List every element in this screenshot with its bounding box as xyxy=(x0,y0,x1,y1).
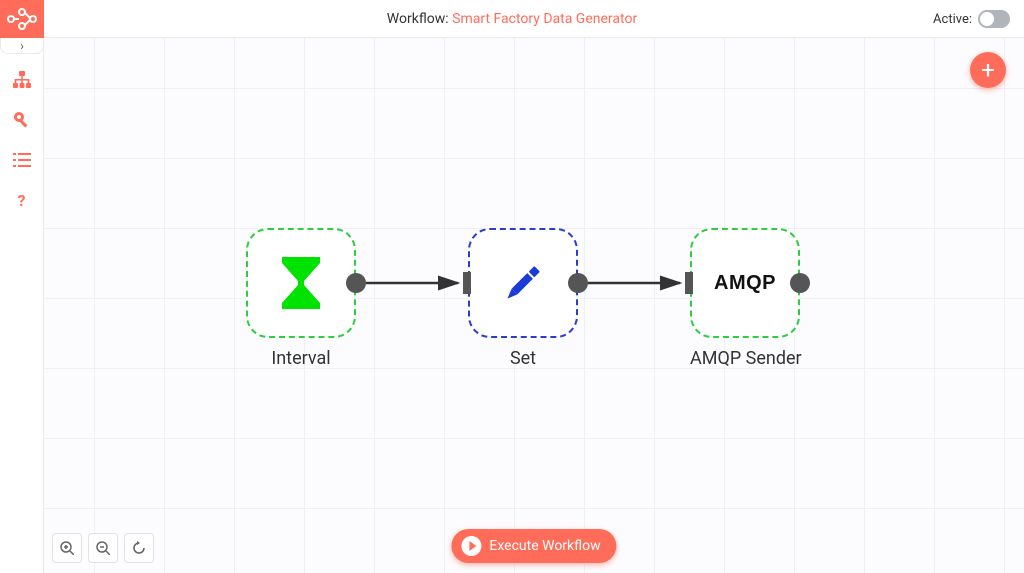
list-icon xyxy=(13,152,31,168)
zoom-out-icon xyxy=(96,541,110,555)
zoom-controls xyxy=(52,533,154,563)
sidebar-item-executions[interactable] xyxy=(0,140,44,180)
sidebar-item-workflows[interactable] xyxy=(0,60,44,100)
sidebar-item-credentials[interactable] xyxy=(0,100,44,140)
node-set[interactable]: Set xyxy=(468,228,578,369)
node-amqp-box[interactable]: AMQP xyxy=(690,228,800,338)
active-toggle[interactable] xyxy=(978,10,1010,28)
zoom-in-icon xyxy=(60,541,74,555)
play-icon xyxy=(461,536,481,556)
pencil-icon xyxy=(499,259,547,307)
workflow-canvas[interactable]: + Interval xyxy=(44,38,1024,573)
input-port[interactable] xyxy=(463,272,471,294)
output-port[interactable] xyxy=(568,273,588,293)
logo[interactable] xyxy=(0,0,44,38)
add-node-button[interactable]: + xyxy=(970,52,1006,88)
input-port[interactable] xyxy=(685,272,693,294)
zoom-reset-button[interactable] xyxy=(124,533,154,563)
output-port[interactable] xyxy=(790,273,810,293)
expand-sidebar-button[interactable]: › xyxy=(0,38,44,54)
workflow-title-prefix: Workflow: xyxy=(387,11,452,27)
node-interval-box[interactable] xyxy=(246,228,356,338)
sitemap-icon xyxy=(13,71,31,89)
workflow-name[interactable]: Smart Factory Data Generator xyxy=(452,11,637,27)
node-set-box[interactable] xyxy=(468,228,578,338)
node-label: Interval xyxy=(246,348,356,369)
node-amqp-sender[interactable]: AMQP AMQP Sender xyxy=(690,228,800,369)
execute-workflow-button[interactable]: Execute Workflow xyxy=(451,529,616,563)
node-label: AMQP Sender xyxy=(690,348,800,369)
key-icon xyxy=(13,111,31,129)
question-icon: ? xyxy=(18,191,26,210)
amqp-icon: AMQP xyxy=(714,272,776,295)
top-bar: Workflow: Smart Factory Data Generator A… xyxy=(0,0,1024,38)
node-label: Set xyxy=(468,348,578,369)
active-toggle-group: Active: xyxy=(933,0,1010,38)
active-label: Active: xyxy=(933,12,972,27)
node-interval[interactable]: Interval xyxy=(246,228,356,369)
sidebar-item-help[interactable]: ? xyxy=(0,180,44,220)
hourglass-icon xyxy=(278,257,324,309)
workflow-title: Workflow: Smart Factory Data Generator xyxy=(387,11,637,27)
n8n-logo-icon xyxy=(7,8,37,30)
sidebar: › ? xyxy=(0,0,44,573)
chevron-right-icon: › xyxy=(20,39,24,53)
execute-label: Execute Workflow xyxy=(489,538,600,554)
zoom-out-button[interactable] xyxy=(88,533,118,563)
zoom-in-button[interactable] xyxy=(52,533,82,563)
undo-icon xyxy=(132,541,146,555)
plus-icon: + xyxy=(981,56,995,84)
output-port[interactable] xyxy=(346,273,366,293)
